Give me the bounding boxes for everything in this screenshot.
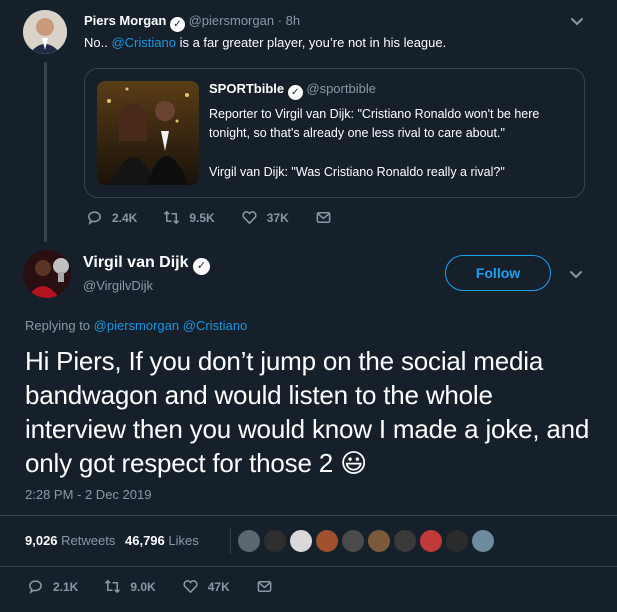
parent-text-prefix: No.. bbox=[84, 35, 112, 50]
parent-more-chevron-icon[interactable] bbox=[568, 12, 586, 30]
main-retweet-button[interactable]: 9.0K bbox=[104, 578, 156, 595]
likers-avatar-list bbox=[237, 529, 495, 553]
parent-action-bar: 2.4K 9.5K 37K bbox=[86, 209, 332, 226]
liker-avatar[interactable] bbox=[237, 529, 261, 553]
virgil-van-dijk-avatar[interactable] bbox=[23, 250, 71, 298]
grinning-face-emoji-icon: 😃 bbox=[340, 448, 367, 478]
main-action-bar: 2.1K 9.0K 47K bbox=[27, 578, 273, 595]
parent-reply-count: 2.4K bbox=[112, 210, 138, 225]
main-reply-count: 2.1K bbox=[53, 579, 79, 594]
main-dm-button[interactable] bbox=[256, 578, 273, 595]
quoted-text-line1: Reporter to Virgil van Dijk: "Cristiano … bbox=[209, 107, 540, 140]
liker-avatar[interactable] bbox=[367, 529, 391, 553]
divider-top bbox=[0, 515, 617, 516]
heart-icon bbox=[242, 211, 257, 225]
main-more-chevron-icon[interactable] bbox=[567, 265, 585, 283]
liker-avatar[interactable] bbox=[263, 529, 287, 553]
liker-avatar[interactable] bbox=[289, 529, 313, 553]
tweet-timestamp[interactable]: 2:28 PM - 2 Dec 2019 bbox=[25, 487, 151, 502]
replying-to-label: Replying to bbox=[25, 318, 91, 333]
main-verified-badge-icon: ✓ bbox=[192, 258, 210, 275]
main-retweet-count: 9.0K bbox=[130, 579, 156, 594]
main-like-button[interactable]: 47K bbox=[182, 578, 230, 595]
quoted-tweet-card[interactable]: SPORTbible ✓ @sportbible Reporter to Vir… bbox=[84, 68, 585, 198]
main-tweet-text: Hi Piers, If you don’t jump on the socia… bbox=[25, 344, 595, 480]
replying-to-line: Replying to @piersmorgan @Cristiano bbox=[25, 318, 247, 333]
parent-tweet-header: Piers Morgan ✓ @piersmorgan · 8h bbox=[84, 13, 300, 32]
follow-button[interactable]: Follow bbox=[445, 255, 551, 291]
main-like-count: 47K bbox=[207, 579, 230, 594]
parent-tweet-time[interactable]: · 8h bbox=[278, 13, 300, 28]
retweet-icon bbox=[105, 579, 121, 594]
quoted-header: SPORTbible ✓ @sportbible bbox=[209, 81, 376, 100]
liker-avatar[interactable] bbox=[445, 529, 469, 553]
replying-to-cristiano-link[interactable]: @Cristiano bbox=[183, 318, 248, 333]
quoted-author-handle[interactable]: @sportbible bbox=[306, 81, 376, 96]
main-reply-button[interactable]: 2.1K bbox=[27, 578, 78, 595]
likes-count: 46,796 bbox=[125, 533, 165, 548]
verified-badge-icon: ✓ bbox=[169, 17, 185, 32]
retweet-icon bbox=[164, 210, 180, 225]
retweets-count: 9,026 bbox=[25, 533, 58, 548]
parent-author-handle[interactable]: @piersmorgan bbox=[189, 13, 274, 28]
envelope-icon bbox=[316, 212, 331, 223]
quoted-tweet-image[interactable] bbox=[97, 81, 199, 185]
heart-icon bbox=[183, 580, 198, 594]
liker-avatar[interactable] bbox=[471, 529, 495, 553]
parent-like-count: 37K bbox=[266, 210, 289, 225]
parent-dm-button[interactable] bbox=[315, 209, 332, 226]
parent-retweet-button[interactable]: 9.5K bbox=[163, 209, 215, 226]
liker-avatar[interactable] bbox=[341, 529, 365, 553]
liker-avatar[interactable] bbox=[315, 529, 339, 553]
replying-to-piersmorgan-link[interactable]: @piersmorgan bbox=[94, 318, 179, 333]
piers-morgan-avatar[interactable] bbox=[23, 10, 67, 54]
quoted-author-name[interactable]: SPORTbible bbox=[209, 81, 284, 96]
liker-avatar[interactable] bbox=[419, 529, 443, 553]
retweets-label: Retweets bbox=[61, 533, 116, 548]
divider-bottom bbox=[0, 566, 617, 567]
stats-separator bbox=[230, 528, 231, 554]
likes-stat[interactable]: 46,796 Likes bbox=[125, 533, 199, 548]
parent-reply-button[interactable]: 2.4K bbox=[86, 209, 137, 226]
main-author-handle[interactable]: @VirgilvDijk bbox=[83, 278, 153, 293]
quoted-verified-badge-icon: ✓ bbox=[287, 85, 303, 100]
engagement-stats: 9,026 Retweets 46,796 Likes bbox=[25, 533, 199, 548]
parent-mention-link[interactable]: @Cristiano bbox=[111, 35, 176, 50]
main-author-name[interactable]: Virgil van Dijk bbox=[83, 254, 189, 271]
retweets-stat[interactable]: 9,026 Retweets bbox=[25, 533, 119, 548]
parent-text-suffix: is a far greater player, you’re not in h… bbox=[175, 35, 447, 50]
envelope-icon bbox=[257, 581, 272, 592]
parent-tweet-text: No.. @Cristiano is a far greater player,… bbox=[84, 35, 584, 50]
reply-icon bbox=[29, 580, 42, 595]
parent-retweet-count: 9.5K bbox=[189, 210, 215, 225]
liker-avatar[interactable] bbox=[393, 529, 417, 553]
main-tweet-body: Hi Piers, If you don’t jump on the socia… bbox=[25, 346, 590, 478]
thread-line bbox=[44, 62, 47, 242]
likes-label: Likes bbox=[168, 533, 199, 548]
quoted-text-line2: Virgil van Dijk: "Was Cristiano Ronaldo … bbox=[209, 165, 505, 179]
parent-author-name[interactable]: Piers Morgan bbox=[84, 13, 166, 28]
parent-like-button[interactable]: 37K bbox=[241, 209, 289, 226]
main-tweet-header: Virgil van Dijk ✓ bbox=[83, 254, 210, 275]
reply-icon bbox=[88, 211, 101, 226]
